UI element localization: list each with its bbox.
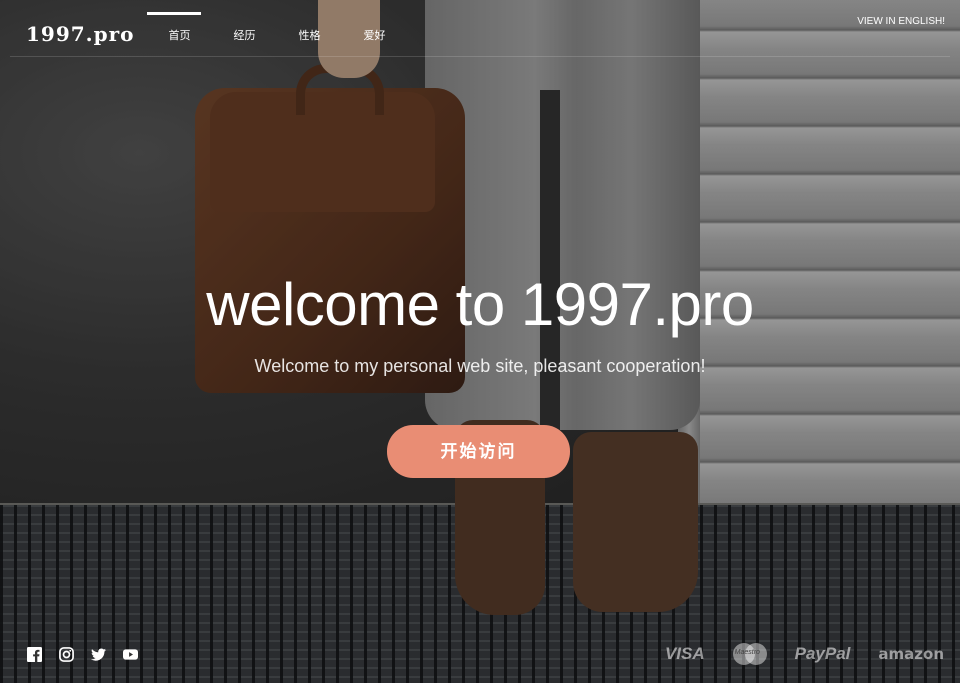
instagram-icon[interactable] (59, 647, 74, 662)
twitter-icon[interactable] (91, 647, 106, 662)
paypal-logo: PayPal (794, 644, 851, 663)
nav-divider (10, 56, 950, 57)
nav-item-experience[interactable]: 经历 (212, 0, 277, 56)
facebook-icon[interactable] (27, 647, 42, 662)
social-links (27, 647, 138, 662)
main-nav: 首页 经历 性格 爱好 (147, 0, 407, 56)
youtube-icon[interactable] (123, 647, 138, 662)
language-switch-link[interactable]: VIEW IN ENGLISH! (857, 16, 945, 27)
nav-item-personality[interactable]: 性格 (277, 0, 342, 56)
hero-title: welcome to 1997.pro (206, 271, 754, 338)
payment-methods: VISA Maestro PayPal amazon (665, 643, 944, 665)
start-visit-button[interactable]: 开始访问 (387, 425, 570, 478)
visa-logo: VISA (664, 644, 705, 663)
nav-item-home[interactable]: 首页 (147, 0, 212, 56)
mastercard-logo: Maestro (732, 643, 767, 665)
hero-overlay (0, 0, 960, 683)
hero-subtitle: Welcome to my personal web site, pleasan… (254, 356, 706, 376)
nav-item-hobbies[interactable]: 爱好 (342, 0, 407, 56)
site-logo[interactable]: 1997.pro (26, 22, 135, 46)
hero-background (0, 0, 960, 683)
mastercard-logo-text: Maestro (734, 649, 760, 656)
amazon-logo: amazon (878, 645, 944, 663)
